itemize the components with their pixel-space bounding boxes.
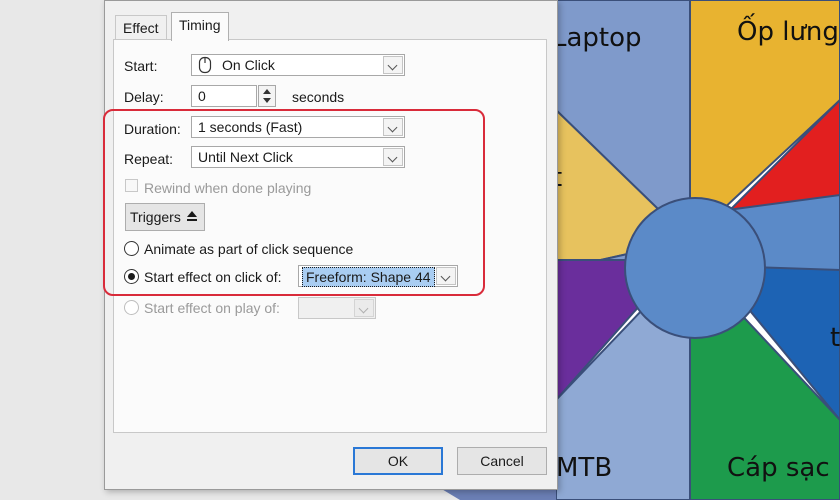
delay-spinner[interactable] <box>258 85 276 107</box>
delay-unit: seconds <box>292 89 345 105</box>
chevron-down-icon[interactable] <box>383 56 403 74</box>
slice-label-cap-sac: Cáp sạc <box>727 453 830 483</box>
arrow-up-icon[interactable] <box>263 89 271 94</box>
delay-value: 0 <box>198 88 206 104</box>
highlight-annotation <box>103 109 485 296</box>
slice-label-laptop: Laptop <box>552 23 642 53</box>
start-on-play-label: Start effect on play of: <box>144 300 280 316</box>
wheel-hub <box>624 197 766 339</box>
mouse-icon <box>198 56 212 74</box>
tab-timing[interactable]: Timing <box>171 12 229 41</box>
start-on-play-radio[interactable] <box>124 300 139 315</box>
chevron-down-icon[interactable] <box>354 299 374 317</box>
start-select[interactable]: On Click <box>191 54 405 76</box>
ok-button[interactable]: OK <box>353 447 443 475</box>
start-label: Start: <box>124 58 158 74</box>
slice-label-op-lung: Ốp lưng <box>737 12 839 47</box>
slice-label-right: t <box>830 323 840 353</box>
cancel-button[interactable]: Cancel <box>457 447 547 475</box>
tab-effect[interactable]: Effect <box>115 15 167 40</box>
slice-label-mtb: MTB <box>556 453 612 483</box>
delay-label: Delay: <box>124 89 164 105</box>
arrow-down-icon[interactable] <box>263 98 271 103</box>
start-value: On Click <box>222 57 275 73</box>
play-bookmark-select[interactable] <box>298 297 376 319</box>
delay-input[interactable]: 0 <box>191 85 257 107</box>
